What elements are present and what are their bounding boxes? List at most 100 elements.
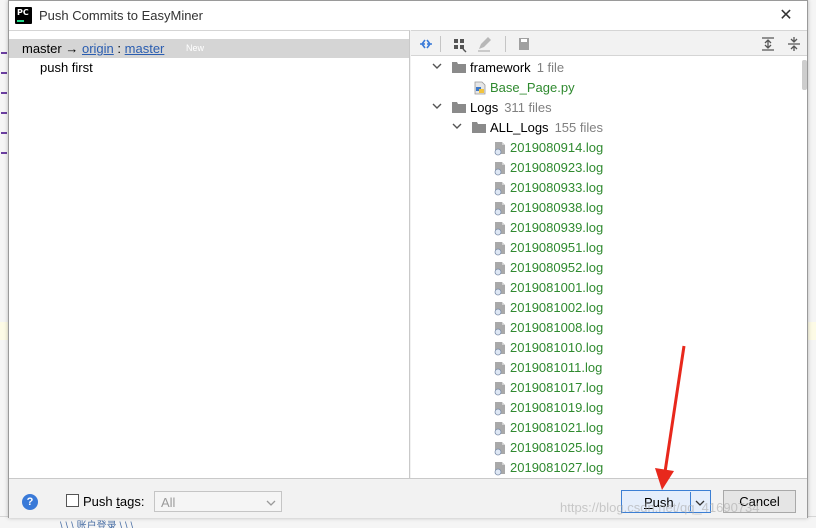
log-file-row[interactable]: 2019080951.log xyxy=(411,238,791,258)
chevron-down-icon xyxy=(266,496,276,506)
log-file-icon xyxy=(493,320,507,336)
python-file-icon xyxy=(473,80,487,96)
tree-node-base-page[interactable]: Base_Page.py xyxy=(411,78,791,98)
tags-select-value: All xyxy=(161,495,176,510)
file-name: 2019081001.log xyxy=(510,280,604,295)
folder-icon xyxy=(452,101,466,113)
background-highlight-left xyxy=(0,322,8,340)
file-name: 2019081027.log xyxy=(510,460,604,475)
chevron-down-icon[interactable] xyxy=(451,120,463,132)
toolbar-separator xyxy=(505,36,506,52)
log-file-row[interactable]: 2019081025.log xyxy=(411,438,791,458)
file-count: 1 file xyxy=(536,60,565,75)
file-name: 2019080938.log xyxy=(510,200,604,215)
branch-label: master → origin : master xyxy=(22,41,164,56)
log-file-row[interactable]: 2019080939.log xyxy=(411,218,791,238)
file-name: 2019081008.log xyxy=(510,320,604,335)
file-name: 2019081021.log xyxy=(510,420,604,435)
log-file-icon xyxy=(493,240,507,256)
tree-node-logs[interactable]: Logs 311 files xyxy=(411,98,791,118)
commit-item[interactable]: push first xyxy=(40,60,93,75)
log-file-icon xyxy=(493,360,507,376)
log-file-row[interactable]: 2019081011.log xyxy=(411,358,791,378)
push-arrow-icon: → xyxy=(65,41,79,56)
changes-toolbar xyxy=(411,30,807,56)
log-file-icon xyxy=(493,200,507,216)
log-file-row[interactable]: 2019081001.log xyxy=(411,278,791,298)
target-branch-link[interactable]: master xyxy=(125,41,165,56)
commits-panel: master → origin : master New push first xyxy=(9,30,410,478)
expand-all-icon[interactable] xyxy=(759,35,777,53)
log-file-row[interactable]: 2019081002.log xyxy=(411,298,791,318)
log-file-row[interactable]: 2019081010.log xyxy=(411,338,791,358)
tree-node-framework[interactable]: framework 1 file xyxy=(411,58,791,78)
node-name: framework xyxy=(470,60,531,75)
log-file-icon xyxy=(493,400,507,416)
file-name: 2019080939.log xyxy=(510,220,604,235)
branch-row[interactable]: master → origin : master New xyxy=(9,39,409,58)
background-text-fragment: \ \ \ 账户登录 \ \ \ xyxy=(60,521,134,528)
log-file-row[interactable]: 2019081027.log xyxy=(411,458,791,478)
push-tags-label[interactable]: Push tags: xyxy=(83,494,144,509)
background-editor-left xyxy=(0,0,8,528)
push-tags-checkbox[interactable] xyxy=(66,494,79,507)
background-highlight-right xyxy=(808,322,816,340)
node-name: Logs xyxy=(470,100,499,115)
file-name: 2019081011.log xyxy=(510,360,603,375)
chevron-down-icon[interactable] xyxy=(431,100,443,112)
file-name: 2019080914.log xyxy=(510,140,604,155)
log-file-row[interactable]: 2019080923.log xyxy=(411,158,791,178)
file-name: Base_Page.py xyxy=(490,80,575,95)
file-name: 2019081010.log xyxy=(510,340,604,355)
local-branch: master xyxy=(22,41,62,56)
chevron-down-icon[interactable] xyxy=(431,60,443,72)
close-icon[interactable]: ✕ xyxy=(777,6,795,24)
remote-link[interactable]: origin xyxy=(82,41,114,56)
file-name: 2019080952.log xyxy=(510,260,604,275)
log-file-row[interactable]: 2019080952.log xyxy=(411,258,791,278)
folder-icon xyxy=(452,61,466,73)
tree-node-all-logs[interactable]: ALL_Logs 155 files xyxy=(411,118,791,138)
log-file-icon xyxy=(493,420,507,436)
log-file-icon xyxy=(493,140,507,156)
log-file-icon xyxy=(493,220,507,236)
log-file-icon xyxy=(493,180,507,196)
pycharm-app-icon: PC xyxy=(15,7,32,24)
log-file-row[interactable]: 2019080933.log xyxy=(411,178,791,198)
log-file-icon xyxy=(493,460,507,476)
expand-icon[interactable] xyxy=(417,35,435,53)
log-file-icon xyxy=(493,260,507,276)
changes-tree: framework 1 file Base_Page.py Logs 311 fil… xyxy=(411,56,807,478)
group-icon[interactable] xyxy=(451,35,469,53)
watermark: https://blog.csdn.net/qq_41690734 xyxy=(560,500,760,515)
branch-separator: : xyxy=(117,41,122,56)
save-icon[interactable] xyxy=(515,35,533,53)
vertical-scrollbar[interactable] xyxy=(802,60,807,90)
log-file-row[interactable]: 2019080914.log xyxy=(411,138,791,158)
file-count: 311 files xyxy=(504,100,552,115)
file-name: 2019081002.log xyxy=(510,300,604,315)
log-file-icon xyxy=(493,440,507,456)
toolbar-separator xyxy=(440,36,441,52)
log-file-row[interactable]: 2019080938.log xyxy=(411,198,791,218)
log-file-icon xyxy=(493,380,507,396)
tags-select[interactable]: All xyxy=(154,491,282,512)
collapse-all-icon[interactable] xyxy=(785,35,803,53)
node-name: ALL_Logs xyxy=(490,120,549,135)
log-file-row[interactable]: 2019081021.log xyxy=(411,418,791,438)
log-file-row[interactable]: 2019081019.log xyxy=(411,398,791,418)
file-count: 155 files xyxy=(554,120,603,135)
log-file-row[interactable]: 2019081008.log xyxy=(411,318,791,338)
push-commits-dialog: PC Push Commits to EasyMiner ✕ master → … xyxy=(8,0,808,518)
log-file-icon xyxy=(493,340,507,356)
file-name: 2019081019.log xyxy=(510,400,604,415)
folder-icon xyxy=(472,121,486,133)
file-name: 2019080923.log xyxy=(510,160,604,175)
file-name: 2019080933.log xyxy=(510,180,604,195)
edit-icon[interactable] xyxy=(475,35,493,53)
log-file-icon xyxy=(493,160,507,176)
title-bar: PC Push Commits to EasyMiner ✕ xyxy=(9,1,807,30)
log-file-row[interactable]: 2019081017.log xyxy=(411,378,791,398)
file-name: 2019081017.log xyxy=(510,380,604,395)
help-icon[interactable]: ? xyxy=(22,494,38,510)
